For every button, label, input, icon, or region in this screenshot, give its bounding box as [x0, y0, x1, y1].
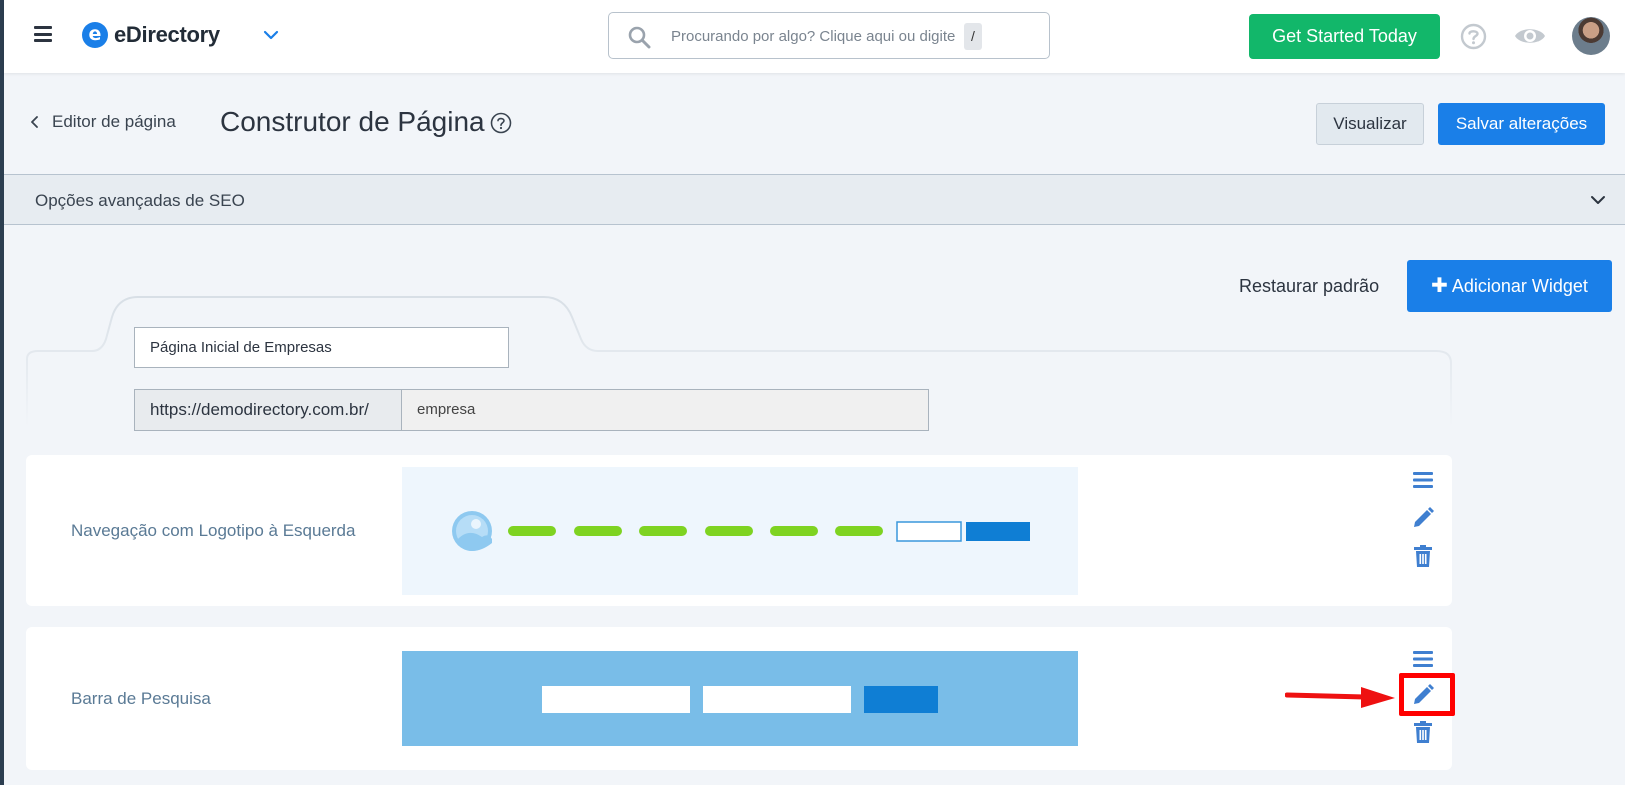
search-shortcut-key: /: [964, 23, 982, 50]
url-slug-input[interactable]: empresa: [402, 390, 928, 430]
search-placeholder: Procurando por algo? Clique aqui ou digi…: [671, 28, 956, 45]
chevron-left-icon: [31, 116, 38, 128]
widget-name: Barra de Pesquisa: [71, 689, 211, 708]
widget-name: Navegação com Logotipo à Esquerda: [71, 521, 356, 540]
back-to-page-editor-link[interactable]: Editor de página: [30, 112, 176, 132]
brand-logo[interactable]: e eDirectory: [82, 22, 220, 48]
brand-name: eDirectory: [114, 22, 220, 47]
help-circle-icon[interactable]: [1460, 23, 1487, 50]
chevron-down-icon[interactable]: [262, 26, 280, 44]
chevron-down-icon: [1591, 196, 1605, 204]
brand-badge: e: [82, 22, 108, 48]
user-avatar[interactable]: [1572, 17, 1610, 55]
seo-options-label: Opções avançadas de SEO: [35, 191, 245, 210]
menu-icon[interactable]: [34, 26, 52, 42]
drag-handle-icon[interactable]: [1411, 647, 1435, 671]
navigation-widget-preview: [402, 467, 1078, 595]
page-url-field: https://demodirectory.com.br/ empresa: [134, 389, 929, 431]
save-changes-button[interactable]: Salvar alterações: [1438, 103, 1605, 145]
add-widget-label: Adicionar Widget: [1451, 276, 1588, 296]
page-name-input[interactable]: Página Inicial de Empresas: [134, 327, 509, 368]
help-circle-icon[interactable]: [490, 112, 512, 134]
search-bar-widget-preview: [402, 651, 1078, 746]
top-navbar: e eDirectory Procurando por algo? Clique…: [4, 0, 1625, 73]
restore-default-button[interactable]: Restaurar padrão: [1239, 276, 1379, 297]
widget-card: Barra de Pesquisa: [26, 627, 1452, 770]
plus-icon: ✚: [1431, 275, 1448, 297]
trash-icon[interactable]: [1411, 720, 1435, 744]
highlight-box: [1399, 673, 1455, 716]
advanced-seo-options-toggle[interactable]: Opções avançadas de SEO: [4, 174, 1625, 225]
url-prefix: https://demodirectory.com.br/: [135, 390, 402, 430]
widget-card: Navegação com Logotipo à Esquerda: [26, 455, 1452, 606]
page-title: Construtor de Página: [220, 106, 485, 137]
trash-icon[interactable]: [1411, 544, 1435, 568]
global-search-input[interactable]: Procurando por algo? Clique aqui ou digi…: [608, 12, 1050, 59]
get-started-button[interactable]: Get Started Today: [1249, 14, 1440, 59]
drag-handle-icon[interactable]: [1411, 468, 1435, 492]
window-left-edge: [0, 0, 4, 785]
eye-icon[interactable]: [1514, 24, 1546, 48]
red-arrow-annotation: [1285, 687, 1395, 708]
back-label: Editor de página: [52, 112, 176, 131]
edit-pencil-icon[interactable]: [1411, 506, 1435, 530]
search-icon: [628, 26, 651, 49]
preview-button[interactable]: Visualizar: [1316, 103, 1424, 145]
